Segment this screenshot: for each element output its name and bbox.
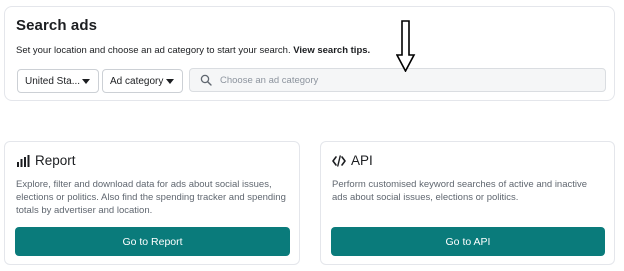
down-arrow-annotation — [396, 20, 416, 72]
caret-down-icon — [166, 79, 174, 84]
api-card-title: API — [351, 153, 373, 168]
report-card-header: Report — [16, 153, 76, 168]
search-ads-title: Search ads — [16, 17, 98, 34]
view-search-tips-link[interactable]: View search tips. — [293, 45, 370, 56]
search-ads-panel: Search ads Set your location and choose … — [4, 6, 615, 101]
search-description-text: Set your location and choose an ad categ… — [16, 45, 294, 56]
ad-category-select-value: Ad category — [110, 75, 164, 87]
country-select-value: United Sta... — [25, 75, 81, 87]
search-ads-description: Set your location and choose an ad categ… — [16, 45, 370, 56]
search-icon — [200, 74, 212, 86]
ad-category-select[interactable]: Ad category — [102, 69, 183, 93]
ad-category-search-input[interactable] — [220, 69, 590, 91]
api-card-header: API — [332, 153, 373, 168]
go-to-report-button[interactable]: Go to Report — [15, 227, 290, 256]
code-icon — [332, 154, 346, 167]
caret-down-icon — [82, 79, 90, 84]
report-card-description: Explore, filter and download data for ad… — [16, 179, 286, 216]
api-card: API Perform customised keyword searches … — [320, 141, 615, 265]
bar-chart-icon — [17, 154, 30, 167]
country-select[interactable]: United Sta... — [17, 69, 99, 93]
api-card-description: Perform customised keyword searches of a… — [332, 179, 588, 203]
report-card-title: Report — [35, 153, 76, 168]
go-to-api-button[interactable]: Go to API — [331, 227, 605, 256]
report-card: Report Explore, filter and download data… — [4, 141, 300, 265]
